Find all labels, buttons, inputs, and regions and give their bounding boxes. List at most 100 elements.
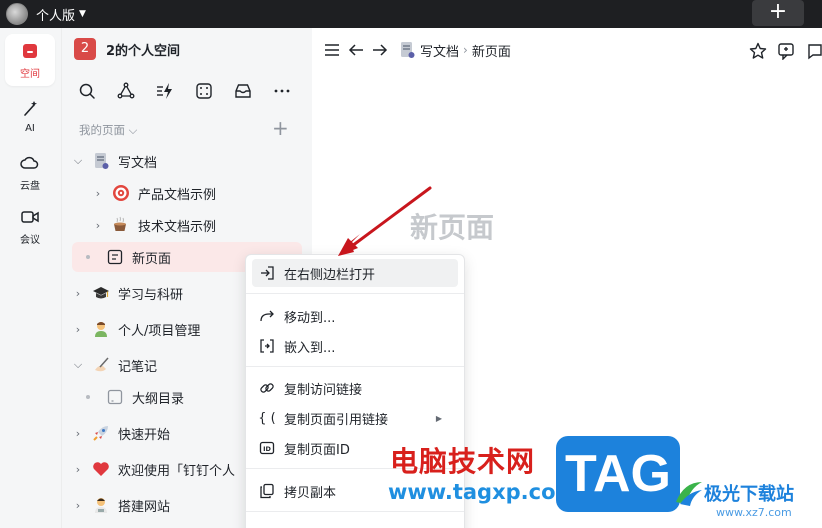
rail-label: 会议 [20,235,40,246]
chevron-right-icon[interactable]: › [72,427,84,440]
target-icon [110,182,132,204]
submenu-arrow-icon: ▶ [435,413,442,423]
space-switcher-label[interactable]: 个人版 [36,5,75,24]
star-icon[interactable] [744,40,772,62]
chevron-down-icon[interactable]: ⌵ [72,154,84,168]
tree-item-label: 技术文档示例 [138,219,217,235]
menu-item-label: 复制页面ID [284,442,350,458]
comment-icon[interactable] [772,40,800,62]
menu-item-move[interactable]: 移动到... [252,302,458,330]
sidebar-open-icon [258,264,276,282]
aurora-logo-icon [676,482,702,506]
tree-item-product-doc[interactable]: › 产品文档示例 [92,178,302,208]
chevron-right-icon[interactable]: › [72,463,84,476]
space-title: 2的个人空间 [106,43,181,59]
technologist-icon [90,494,112,516]
chevron-right-icon[interactable]: › [92,187,104,200]
inbox-icon[interactable] [234,80,273,102]
rail-label: 云盘 [20,181,40,192]
tree-item-write-doc[interactable]: ⌵ 写文档 [72,146,302,176]
rail-item-cloud[interactable]: 云盘 [5,146,55,198]
avatar[interactable] [6,3,28,25]
move-icon [258,307,276,325]
menu-item-embed[interactable]: 嵌入到... [252,332,458,360]
coffee-icon [110,214,132,236]
tree-item-label: 快速开始 [118,427,171,443]
chevron-right-icon[interactable]: › [92,219,104,232]
menu-divider [246,366,464,367]
space-icon [19,40,41,62]
cloud-icon [19,152,41,174]
chevron-right-icon[interactable]: › [72,323,84,336]
more-icon[interactable] [273,80,312,102]
tree-item-label: 学习与科研 [118,287,184,303]
rail-label: 空间 [20,69,40,80]
menu-item-label: 复制访问链接 [284,382,363,398]
watermark-tag-logo: TAG [556,436,680,512]
top-bar: 个人版 ▼ + [0,0,822,28]
menu-item-label: 移动到... [284,310,336,326]
page-icon [104,386,126,408]
copy-icon [258,482,276,500]
magic-wand-icon [19,98,41,120]
breadcrumb-parent[interactable]: 写文档 [420,41,459,60]
watermark-url: www.tagxp.com [388,480,578,504]
writing-hand-icon [90,354,112,376]
menu-item-label: 拷贝副本 [284,485,337,501]
tree-item-label: 记笔记 [118,359,158,375]
quick-actions-icon[interactable] [156,80,195,102]
rocket-icon [90,422,112,444]
tree-item-tech-doc[interactable]: › 技术文档示例 [92,210,302,240]
menu-divider [246,511,464,512]
menu-item-copy-ref-link[interactable]: { ( 复制页面引用链接 ▶ [252,404,458,432]
rail-item-ai[interactable]: AI [5,90,55,142]
bullet [72,255,104,259]
menu-item-label: 在右侧边栏打开 [284,267,376,283]
document-icon [90,150,112,172]
embed-icon [258,337,276,355]
search-icon[interactable] [78,80,117,102]
menu-item-label: 复制页面引用链接 [284,412,389,428]
svg-text:ID: ID [263,445,271,453]
chevron-down-icon[interactable]: ⌵ [72,358,84,372]
forward-arrow-icon[interactable] [368,40,392,60]
caret-down-icon[interactable]: ▼ [79,9,86,19]
id-icon: ID [258,439,276,457]
watermark-site-url: www.xz7.com [716,506,792,519]
video-camera-icon [19,206,41,228]
nav-bar: 写文档 › 新页面 [320,40,511,60]
document-icon [398,41,416,59]
my-pages-label[interactable]: 我的页面 ⌵ [79,122,137,138]
annotation-arrow [338,186,432,256]
chevron-right-icon[interactable]: › [72,287,84,300]
bullet [72,395,104,399]
chat-icon[interactable] [800,40,822,62]
menu-divider [246,293,464,294]
tree-item-label: 新页面 [132,251,172,267]
person-icon [90,318,112,340]
add-page-icon[interactable]: + [272,116,289,140]
sidebar-toolbar [78,80,312,102]
space-header[interactable]: 2 2的个人空间 [74,38,180,60]
link-icon [258,379,276,397]
rail-item-space[interactable]: 空间 [5,34,55,86]
fullscreen-icon[interactable] [195,80,234,102]
menu-item-open-right[interactable]: 在右侧边栏打开 [252,259,458,287]
menu-item-copy-link[interactable]: 复制访问链接 [252,374,458,402]
tree-item-label: 欢迎使用「钉钉个人 [118,463,236,479]
new-tab-button[interactable]: + [752,0,804,26]
chevron-right-icon[interactable]: › [72,499,84,512]
rail-item-meeting[interactable]: 会议 [5,200,55,252]
breadcrumb-separator: › [463,43,468,57]
watermark-text: 电脑技术网 [390,445,536,478]
space-badge: 2 [74,38,96,60]
tree-item-label: 个人/项目管理 [118,323,201,339]
heart-icon [90,458,112,480]
graph-icon[interactable] [117,80,156,102]
tree-item-label: 产品文档示例 [138,187,217,203]
breadcrumb-current[interactable]: 新页面 [472,41,511,60]
tree-item-label: 搭建网站 [118,499,171,515]
back-arrow-icon[interactable] [344,40,368,60]
menu-item-label: 嵌入到... [284,340,336,356]
menu-icon[interactable] [320,40,344,60]
